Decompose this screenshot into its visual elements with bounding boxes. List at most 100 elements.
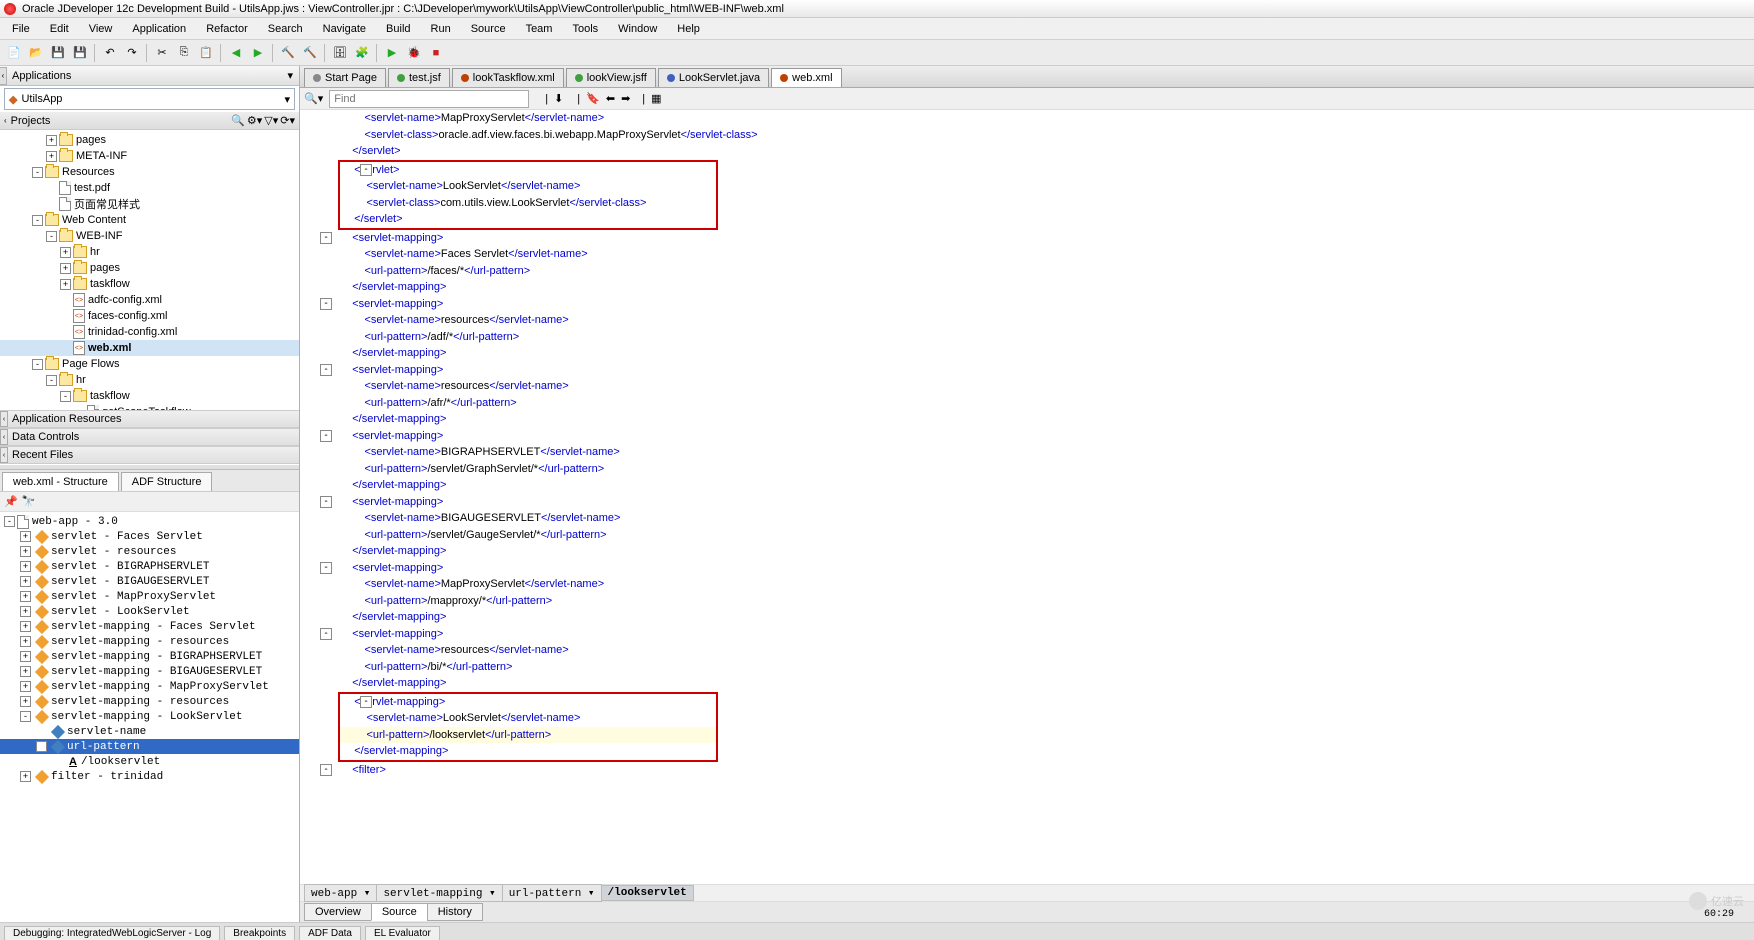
structure-item[interactable]: +servlet-mapping - resources	[0, 634, 299, 649]
menu-file[interactable]: File	[4, 21, 38, 37]
editor-view-tab[interactable]: Source	[371, 903, 428, 921]
code-line[interactable]: </servlet-mapping>	[300, 345, 1754, 362]
search-icon[interactable]: 🔍▾	[304, 92, 323, 105]
code-line[interactable]: <servlet-name>resources</servlet-name>	[300, 378, 1754, 395]
code-line[interactable]: <url-pattern>/afr/*</url-pattern>	[300, 395, 1754, 412]
stop-icon[interactable]: ■	[426, 43, 446, 63]
structure-item[interactable]: +servlet - BIGRAPHSERVLET	[0, 559, 299, 574]
forward-icon[interactable]: ▶	[248, 43, 268, 63]
tree-item[interactable]: adfc-config.xml	[0, 292, 299, 308]
code-line[interactable]: <servlet-class>oracle.adf.view.faces.bi.…	[300, 127, 1754, 144]
tree-item[interactable]: +pages	[0, 260, 299, 276]
redo-icon[interactable]: ↷	[122, 43, 142, 63]
structure-item[interactable]: +servlet - BIGAUGESERVLET	[0, 574, 299, 589]
code-line[interactable]: - <servlet-mapping>	[340, 694, 716, 711]
structure-item[interactable]: +servlet-mapping - resources	[0, 694, 299, 709]
app-resources-panel[interactable]: ‹Application Resources	[0, 410, 299, 428]
open-icon[interactable]: 📂	[26, 43, 46, 63]
tree-item[interactable]: +taskflow	[0, 276, 299, 292]
menu-search[interactable]: Search	[260, 21, 311, 37]
code-line[interactable]: </servlet>	[300, 143, 1754, 160]
nav-next-icon[interactable]: ➡	[621, 92, 630, 105]
save-all-icon[interactable]: 💾	[70, 43, 90, 63]
code-line[interactable]: <servlet-name>LookServlet</servlet-name>	[340, 178, 716, 195]
bottom-panel-tab[interactable]: ADF Data	[299, 926, 361, 940]
tree-item[interactable]: -Resources	[0, 164, 299, 180]
code-line[interactable]: <url-pattern>/faces/*</url-pattern>	[300, 263, 1754, 280]
filter-icon[interactable]: ⚙▾	[247, 114, 262, 127]
code-line[interactable]: <servlet-name>MapProxyServlet</servlet-n…	[300, 576, 1754, 593]
menu-source[interactable]: Source	[463, 21, 514, 37]
data-controls-panel[interactable]: ‹Data Controls	[0, 428, 299, 446]
structure-item[interactable]: +servlet - Faces Servlet	[0, 529, 299, 544]
structure-item[interactable]: +servlet - resources	[0, 544, 299, 559]
code-line[interactable]: </servlet-mapping>	[300, 279, 1754, 296]
code-line[interactable]: <servlet-name>resources</servlet-name>	[300, 312, 1754, 329]
code-line[interactable]: <servlet-name>MapProxyServlet</servlet-n…	[300, 110, 1754, 127]
refresh-icon[interactable]: ⟳▾	[280, 114, 295, 127]
editor-tab[interactable]: Start Page	[304, 68, 386, 87]
code-line[interactable]: </servlet-mapping>	[300, 675, 1754, 692]
menu-build[interactable]: Build	[378, 21, 418, 37]
paste-icon[interactable]: 📋	[196, 43, 216, 63]
code-line[interactable]: </servlet-mapping>	[300, 543, 1754, 560]
menu-tools[interactable]: Tools	[564, 21, 606, 37]
code-line[interactable]: <servlet-name>LookServlet</servlet-name>	[340, 710, 716, 727]
search-icon[interactable]: 🔍	[231, 114, 245, 127]
tree-item[interactable]: +pages	[0, 132, 299, 148]
structure-item[interactable]: A/lookservlet	[0, 754, 299, 769]
bottom-panel-tab[interactable]: Breakpoints	[224, 926, 295, 940]
structure-item[interactable]: +servlet-mapping - BIGAUGESERVLET	[0, 664, 299, 679]
binoculars-icon[interactable]: 🔭	[22, 495, 36, 508]
editor-view-tab[interactable]: Overview	[304, 903, 372, 921]
structure-item[interactable]: -url-pattern	[0, 739, 299, 754]
back-icon[interactable]: ◀	[226, 43, 246, 63]
code-line[interactable]: - <servlet-mapping>	[300, 230, 1754, 247]
tree-item[interactable]: +META-INF	[0, 148, 299, 164]
structure-item[interactable]: +filter - trinidad	[0, 769, 299, 784]
code-line[interactable]: - <servlet-mapping>	[300, 296, 1754, 313]
undo-icon[interactable]: ↶	[100, 43, 120, 63]
code-line[interactable]: - <filter>	[300, 762, 1754, 779]
code-line[interactable]: <servlet-name>BIGRAPHSERVLET</servlet-na…	[300, 444, 1754, 461]
tree-item[interactable]: web.xml	[0, 340, 299, 356]
tree-item[interactable]: -taskflow	[0, 388, 299, 404]
code-line[interactable]: - <servlet-mapping>	[300, 428, 1754, 445]
editor-tab[interactable]: test.jsf	[388, 68, 450, 87]
menu-help[interactable]: Help	[669, 21, 708, 37]
tree-item[interactable]: +hr	[0, 244, 299, 260]
structure-item[interactable]: +servlet-mapping - MapProxyServlet	[0, 679, 299, 694]
breadcrumb-item[interactable]: web-app ▾	[304, 884, 377, 902]
breadcrumb-item[interactable]: servlet-mapping ▾	[376, 884, 502, 902]
breadcrumb-item[interactable]: /lookservlet	[601, 885, 694, 901]
debug-icon[interactable]: 🐞	[404, 43, 424, 63]
code-line[interactable]: - <servlet-mapping>	[300, 626, 1754, 643]
breadcrumb-item[interactable]: url-pattern ▾	[502, 884, 602, 902]
menu-run[interactable]: Run	[423, 21, 459, 37]
code-line[interactable]: - <servlet-mapping>	[300, 560, 1754, 577]
code-line[interactable]: <servlet-class>com.utils.view.LookServle…	[340, 195, 716, 212]
structure-item[interactable]: +servlet - LookServlet	[0, 604, 299, 619]
make-icon[interactable]: 🔨	[278, 43, 298, 63]
code-line[interactable]: <servlet-name>resources</servlet-name>	[300, 642, 1754, 659]
editor-tab[interactable]: lookView.jsff	[566, 68, 656, 87]
code-line[interactable]: </servlet-mapping>	[300, 477, 1754, 494]
menu-team[interactable]: Team	[518, 21, 561, 37]
structure-item[interactable]: +servlet-mapping - Faces Servlet	[0, 619, 299, 634]
application-combo[interactable]: ◆ UtilsApp ▾	[4, 88, 295, 110]
code-line[interactable]: <servlet-name>Faces Servlet</servlet-nam…	[300, 246, 1754, 263]
menu-refactor[interactable]: Refactor	[198, 21, 256, 37]
code-line[interactable]: </servlet-mapping>	[300, 411, 1754, 428]
collapse-icon[interactable]: ‹	[0, 67, 7, 85]
recent-files-panel[interactable]: ‹Recent Files	[0, 446, 299, 464]
bookmark-icon[interactable]: 🔖	[586, 92, 600, 105]
run-icon[interactable]: ▶	[382, 43, 402, 63]
structure-item[interactable]: +servlet - MapProxyServlet	[0, 589, 299, 604]
bottom-panel-tab[interactable]: Debugging: IntegratedWebLogicServer - Lo…	[4, 926, 220, 940]
copy-icon[interactable]: ⎘	[174, 43, 194, 63]
extension-icon[interactable]: 🧩	[352, 43, 372, 63]
highlight-icon[interactable]: ▦	[651, 92, 661, 105]
structure-item[interactable]: +servlet-mapping - BIGRAPHSERVLET	[0, 649, 299, 664]
bottom-panel-tab[interactable]: EL Evaluator	[365, 926, 440, 940]
freeze-icon[interactable]: 📌	[4, 495, 18, 508]
